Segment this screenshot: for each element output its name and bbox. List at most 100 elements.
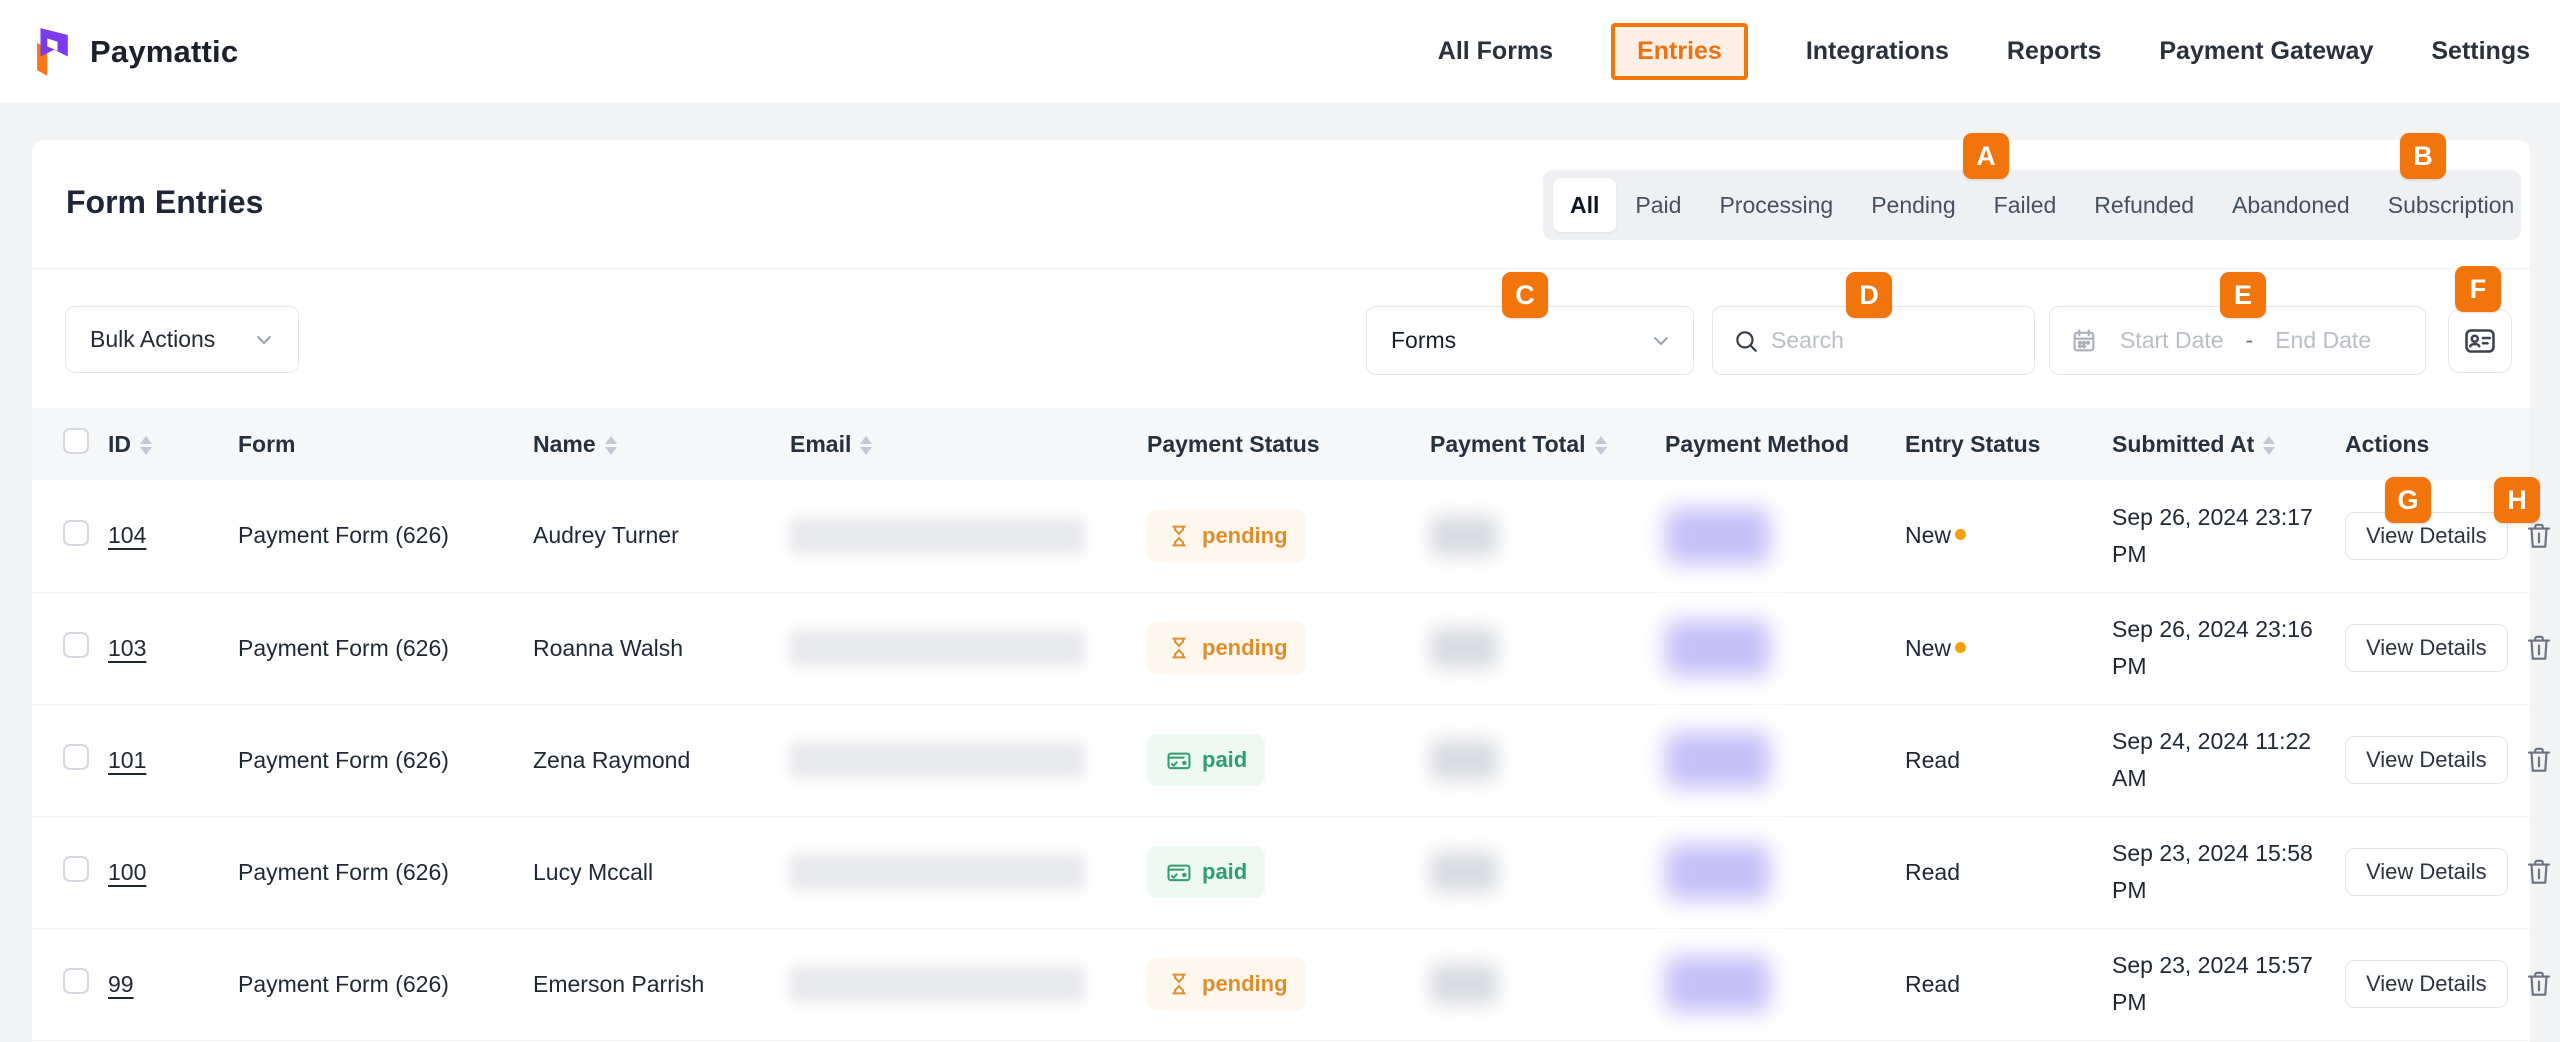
header-id: ID — [108, 431, 131, 457]
tab-failed[interactable]: Failed — [1975, 178, 2076, 232]
sort-icon[interactable] — [2263, 436, 2275, 455]
top-bar: Paymattic All Forms Entries Integrations… — [0, 0, 2560, 103]
header-entry-status: Entry Status — [1905, 431, 2040, 457]
entry-id-link[interactable]: 104 — [108, 522, 146, 548]
divider — [32, 268, 2530, 269]
brand-name: Paymattic — [90, 34, 238, 70]
row-checkbox[interactable] — [63, 632, 89, 658]
email-redacted — [790, 854, 1085, 890]
trash-icon — [2524, 857, 2554, 887]
tab-all[interactable]: All — [1553, 178, 1616, 232]
entry-columns-button[interactable] — [2448, 309, 2512, 373]
payment-total-redacted — [1430, 851, 1498, 893]
tab-pending[interactable]: Pending — [1852, 178, 1974, 232]
payment-method-redacted — [1665, 508, 1770, 564]
email-redacted — [790, 518, 1085, 554]
name-cell: Lucy Mccall — [533, 816, 790, 928]
trash-icon — [2524, 969, 2554, 999]
date-separator: - — [2246, 327, 2254, 354]
sort-icon[interactable] — [1595, 436, 1607, 455]
select-all-checkbox[interactable] — [63, 428, 89, 454]
name-cell: Emerson Parrish — [533, 928, 790, 1040]
payment-status-badge: pending — [1147, 622, 1306, 674]
name-cell: Audrey Turner — [533, 480, 790, 592]
nav-settings[interactable]: Settings — [2431, 37, 2530, 66]
annotation-badge-g: G — [2385, 477, 2431, 523]
form-cell: Payment Form (626) — [238, 592, 533, 704]
delete-entry-button[interactable] — [2524, 633, 2554, 663]
entry-id-link[interactable]: 101 — [108, 747, 146, 773]
header-form: Form — [238, 431, 296, 457]
view-details-button[interactable]: View Details — [2345, 624, 2508, 672]
row-checkbox[interactable] — [63, 856, 89, 882]
annotation-badge-a: A — [1963, 133, 2009, 179]
nav-all-forms[interactable]: All Forms — [1438, 37, 1553, 66]
search-input[interactable] — [1771, 327, 2001, 354]
form-cell: Payment Form (626) — [238, 704, 533, 816]
tab-paid[interactable]: Paid — [1616, 178, 1700, 232]
table-header-row: ID Form Name Email Payment Status Paymen… — [32, 408, 2530, 480]
tab-processing[interactable]: Processing — [1700, 178, 1852, 232]
entry-status: Read — [1905, 859, 1960, 885]
nav-integrations[interactable]: Integrations — [1806, 37, 1949, 66]
table-row: 104 Payment Form (626) Audrey Turner pen… — [32, 480, 2530, 592]
wallet-icon — [1165, 858, 1193, 886]
entries-table: ID Form Name Email Payment Status Paymen… — [32, 408, 2530, 1041]
start-date-placeholder[interactable]: Start Date — [2120, 327, 2224, 354]
view-details-button[interactable]: View Details — [2345, 736, 2508, 784]
sort-icon[interactable] — [605, 436, 617, 455]
annotation-badge-d: D — [1846, 272, 1892, 318]
chevron-down-icon — [252, 328, 276, 352]
entry-id-link[interactable]: 103 — [108, 635, 146, 661]
payment-status-filter-tabs: All Paid Processing Pending Failed Refun… — [1543, 170, 2521, 240]
email-redacted — [790, 742, 1085, 778]
header-name: Name — [533, 431, 596, 457]
tab-subscription[interactable]: Subscription — [2369, 178, 2534, 232]
tab-abandoned[interactable]: Abandoned — [2213, 178, 2369, 232]
delete-entry-button[interactable] — [2524, 857, 2554, 887]
app-viewport: Paymattic All Forms Entries Integrations… — [0, 0, 2560, 1042]
delete-entry-button[interactable] — [2524, 521, 2554, 551]
entries-card: Form Entries All Paid Processing Pending… — [32, 140, 2530, 1042]
payment-status-badge: paid — [1147, 846, 1265, 898]
entry-status: New — [1905, 635, 1966, 661]
nav-payment-gateway[interactable]: Payment Gateway — [2159, 37, 2373, 66]
header-payment-total: Payment Total — [1430, 431, 1586, 457]
row-checkbox[interactable] — [63, 968, 89, 994]
payment-total-redacted — [1430, 627, 1498, 669]
entry-id-link[interactable]: 100 — [108, 859, 146, 885]
header-payment-method: Payment Method — [1665, 431, 1849, 457]
delete-entry-button[interactable] — [2524, 745, 2554, 775]
payment-method-redacted — [1665, 844, 1770, 900]
form-cell: Payment Form (626) — [238, 480, 533, 592]
header-actions: Actions — [2345, 431, 2429, 457]
view-details-button[interactable]: View Details — [2345, 848, 2508, 896]
nav-entries[interactable]: Entries — [1611, 23, 1748, 80]
payment-status-badge: paid — [1147, 734, 1265, 786]
end-date-placeholder[interactable]: End Date — [2275, 327, 2371, 354]
delete-entry-button[interactable] — [2524, 969, 2554, 999]
payment-total-redacted — [1430, 963, 1498, 1005]
brand[interactable]: Paymattic — [30, 0, 238, 103]
sort-icon[interactable] — [140, 436, 152, 455]
nav-reports[interactable]: Reports — [2007, 37, 2101, 66]
row-checkbox[interactable] — [63, 520, 89, 546]
chevron-down-icon — [1649, 329, 1673, 353]
submitted-at: Sep 23, 2024 15:58 PM — [2112, 835, 2314, 909]
sort-icon[interactable] — [860, 436, 872, 455]
email-redacted — [790, 630, 1085, 666]
bulk-actions-dropdown[interactable]: Bulk Actions — [65, 306, 299, 373]
payment-total-redacted — [1430, 515, 1498, 557]
view-details-button[interactable]: View Details — [2345, 960, 2508, 1008]
hourglass-icon — [1165, 970, 1193, 998]
trash-icon — [2524, 633, 2554, 663]
tab-refunded[interactable]: Refunded — [2075, 178, 2213, 232]
table-row: 103 Payment Form (626) Roanna Walsh pend… — [32, 592, 2530, 704]
header-email: Email — [790, 431, 851, 457]
entry-id-link[interactable]: 99 — [108, 971, 134, 997]
entry-status: Read — [1905, 971, 1960, 997]
submitted-at: Sep 26, 2024 23:17 PM — [2112, 499, 2314, 573]
payment-status-badge: pending — [1147, 510, 1306, 562]
paymattic-logo-icon — [30, 27, 76, 77]
row-checkbox[interactable] — [63, 744, 89, 770]
